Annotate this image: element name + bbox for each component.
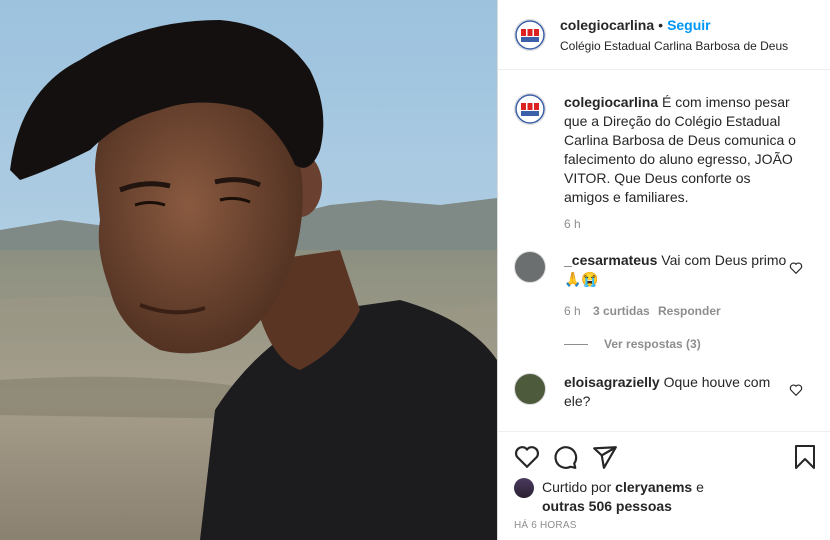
- reply-button[interactable]: Responder: [658, 304, 721, 318]
- post-image: [0, 0, 497, 540]
- caption-avatar[interactable]: [514, 93, 546, 125]
- comment-icon[interactable]: [552, 444, 578, 470]
- liker-avatar[interactable]: [514, 478, 534, 498]
- share-icon[interactable]: [592, 444, 618, 470]
- liked-prefix: Curtido por: [542, 479, 616, 495]
- replies-line: [564, 344, 588, 345]
- comment-likes[interactable]: 3 curtidas: [593, 304, 650, 318]
- account-avatar[interactable]: [514, 18, 546, 51]
- post-modal: colegiocarlina • Seguir Colégio Estadual C…: [0, 0, 830, 540]
- post-sidebar: colegiocarlina • Seguir Colégio Estadual C…: [497, 0, 830, 540]
- view-replies-button[interactable]: Ver respostas (3): [604, 337, 701, 351]
- comment-avatar[interactable]: [514, 251, 546, 283]
- header-dot: •: [658, 16, 664, 33]
- heart-icon[interactable]: [789, 383, 803, 397]
- comment-username[interactable]: eloisagrazielly: [564, 374, 660, 390]
- caption-text: É com imenso pesar que a Direção do Colé…: [564, 94, 796, 205]
- heart-icon[interactable]: [789, 261, 803, 275]
- logo-icon: [515, 94, 545, 124]
- caption-time: 6 h: [564, 217, 581, 231]
- comment-username[interactable]: _cesarmateus: [564, 252, 657, 268]
- caption-username[interactable]: colegiocarlina: [564, 94, 658, 110]
- comment-item: eloisagrazielly Oque houve com ele?: [514, 373, 815, 411]
- liker-username[interactable]: cleryanems: [615, 479, 692, 495]
- post-actions: Curtido por cleryanems e outras 506 pess…: [498, 431, 830, 540]
- header-username[interactable]: colegiocarlina: [560, 17, 654, 33]
- like-heart-icon[interactable]: [514, 444, 540, 470]
- logo-icon: [515, 19, 545, 50]
- post-timestamp[interactable]: HÁ 6 HORAS: [514, 520, 577, 531]
- comments-list[interactable]: colegiocarlina É com imenso pesar que a …: [498, 71, 830, 431]
- liked-mid: e: [692, 479, 704, 495]
- comment-avatar[interactable]: [514, 373, 546, 405]
- likes-summary: Curtido por cleryanems e outras 506 pess…: [514, 478, 742, 516]
- follow-button[interactable]: Seguir: [667, 17, 711, 33]
- comment-time: 6 h: [564, 304, 581, 318]
- caption: colegiocarlina É com imenso pesar que a …: [514, 93, 815, 207]
- location-link[interactable]: Colégio Estadual Carlina Barbosa de Deus: [560, 39, 788, 53]
- post-header: colegiocarlina • Seguir Colégio Estadual C…: [498, 0, 830, 70]
- post-photo[interactable]: [0, 0, 497, 540]
- bookmark-icon[interactable]: [793, 444, 817, 470]
- others-likes-link[interactable]: outras 506 pessoas: [542, 498, 672, 514]
- comment-item: _cesarmateus Vai com Deus primo 🙏😭: [514, 251, 815, 289]
